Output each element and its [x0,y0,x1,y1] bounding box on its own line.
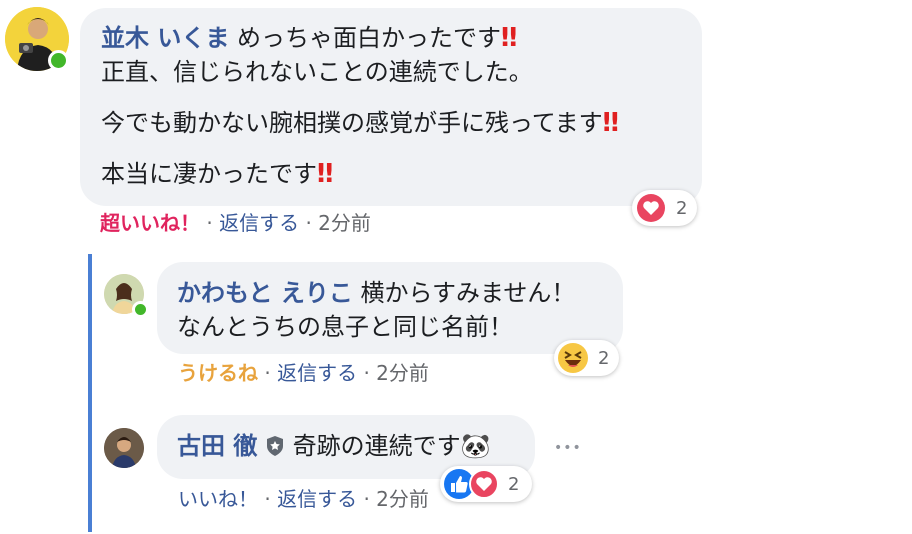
reaction-summary[interactable]: 2 [554,340,619,376]
reply-link[interactable]: 返信する [277,361,357,385]
heart-icon [637,194,665,222]
timestamp[interactable]: 2分前 [318,211,371,235]
timestamp[interactable]: 2分前 [376,487,429,511]
avatar-person-icon [104,428,144,468]
reply-link[interactable]: 返信する [219,211,299,235]
comment-line-4: 本当に凄かったです‼ [101,158,333,190]
like-reaction-link[interactable]: いいね！ [178,487,258,511]
reply-line-1: かわもと えりこ 横からすみません！ [177,277,575,309]
online-status-dot [48,50,69,71]
reply-line-2: なんとうちの息子と同じ名前！ [177,313,513,341]
online-status-dot [132,301,149,318]
comment-text: 本当に凄かったです [101,160,317,188]
separator: · [305,211,312,235]
reaction-summary[interactable]: 2 [632,190,697,226]
panda-emoji-icon: 🐼 [460,432,491,460]
comment-actions: 超いいね！ · 返信する · 2分前 [100,209,371,237]
reply-link[interactable]: 返信する [277,487,357,511]
reply-actions: いいね！ · 返信する · 2分前 [178,485,429,513]
love-reaction-link[interactable]: 超いいね！ [100,211,200,235]
verified-badge-icon [267,436,283,456]
heart-icon [469,469,499,499]
more-options-icon[interactable]: ••• [554,440,582,456]
timestamp[interactable]: 2分前 [376,361,429,385]
separator: · [206,211,213,235]
separator: · [264,361,271,385]
separator: · [363,361,370,385]
avatar-furuta[interactable] [104,428,144,468]
double-exclamation-icon: ‼ [602,108,619,138]
comment-text: めっちゃ面白かったです [237,24,501,52]
haha-icon [558,343,588,373]
comment-line-2: 正直、信じられないことの連続でした。 [101,58,533,86]
reply-line-1: 古田 徹 奇跡の連続です🐼 [177,430,491,462]
reply-actions: うけるね · 返信する · 2分前 [178,359,429,387]
author-name[interactable]: 古田 徹 [177,432,257,460]
double-exclamation-icon: ‼ [501,23,517,53]
comment-text: 今でも動かない腕相撲の感覚が手に残ってます [101,109,603,137]
reply-text: 奇跡の連続です [292,432,461,460]
reply-thread-line [88,254,92,532]
reaction-count: 2 [676,197,688,219]
reaction-count: 2 [598,347,610,369]
haha-reaction-link[interactable]: うけるね [178,361,258,385]
reply-text: 横からすみません！ [360,279,576,307]
author-name[interactable]: かわもと えりこ [177,279,353,307]
double-exclamation-icon: ‼ [317,159,333,189]
reaction-summary[interactable]: 2 [440,466,532,502]
author-name[interactable]: 並木 いくま [101,24,229,52]
comment-line-3: 今でも動かない腕相撲の感覚が手に残ってます‼ [101,107,619,139]
comment-line-1: 並木 いくま めっちゃ面白かったです‼ [101,22,517,54]
separator: · [363,487,370,511]
reaction-count: 2 [508,473,520,495]
separator: · [264,487,271,511]
